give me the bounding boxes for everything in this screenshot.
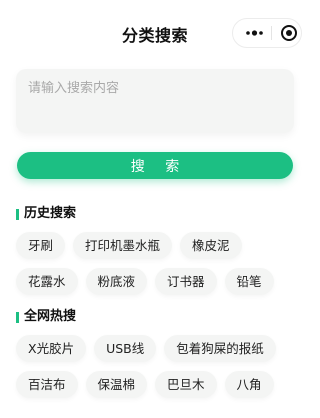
capsule-menu bbox=[232, 18, 302, 48]
hot-search-tag[interactable]: USB线 bbox=[94, 335, 157, 362]
close-icon[interactable] bbox=[277, 19, 301, 47]
search-button[interactable]: 搜 索 bbox=[17, 152, 293, 179]
hot-search-tags: X光胶片 USB线 包着狗屎的报纸 百洁布 保温棉 巴旦木 八角 bbox=[16, 335, 296, 407]
hot-search-tag[interactable]: 包着狗屎的报纸 bbox=[164, 335, 276, 362]
history-title: 历史搜索 bbox=[16, 206, 76, 222]
hot-search-tag[interactable]: 巴旦木 bbox=[155, 371, 217, 398]
tag-row: 花露水 粉底液 订书器 铅笔 bbox=[16, 268, 296, 295]
history-tag[interactable]: 打印机墨水瓶 bbox=[73, 232, 173, 259]
history-tag[interactable]: 铅笔 bbox=[224, 268, 274, 295]
history-tag[interactable]: 牙刷 bbox=[16, 232, 66, 259]
hot-search-tag[interactable]: 百洁布 bbox=[16, 371, 78, 398]
history-tag[interactable]: 粉底液 bbox=[85, 268, 148, 295]
history-tag[interactable]: 花露水 bbox=[16, 268, 78, 295]
capsule-divider bbox=[271, 26, 272, 40]
navigation-bar: 分类搜索 bbox=[0, 0, 310, 66]
hot-search-title: 全网热搜 bbox=[16, 309, 76, 325]
hot-search-tag[interactable]: X光胶片 bbox=[16, 335, 87, 362]
hot-search-tag[interactable]: 八角 bbox=[224, 371, 274, 398]
hot-search-tag[interactable]: 保温棉 bbox=[85, 371, 148, 398]
search-input[interactable] bbox=[16, 69, 294, 133]
more-icon[interactable] bbox=[241, 19, 269, 47]
history-tag[interactable]: 橡皮泥 bbox=[180, 232, 242, 259]
tag-row: 牙刷 打印机墨水瓶 橡皮泥 bbox=[16, 232, 296, 259]
tag-row: X光胶片 USB线 包着狗屎的报纸 bbox=[16, 335, 296, 362]
tag-row: 百洁布 保温棉 巴旦木 八角 bbox=[16, 371, 296, 398]
history-tag[interactable]: 订书器 bbox=[155, 268, 217, 295]
history-tags: 牙刷 打印机墨水瓶 橡皮泥 花露水 粉底液 订书器 铅笔 bbox=[16, 232, 296, 304]
